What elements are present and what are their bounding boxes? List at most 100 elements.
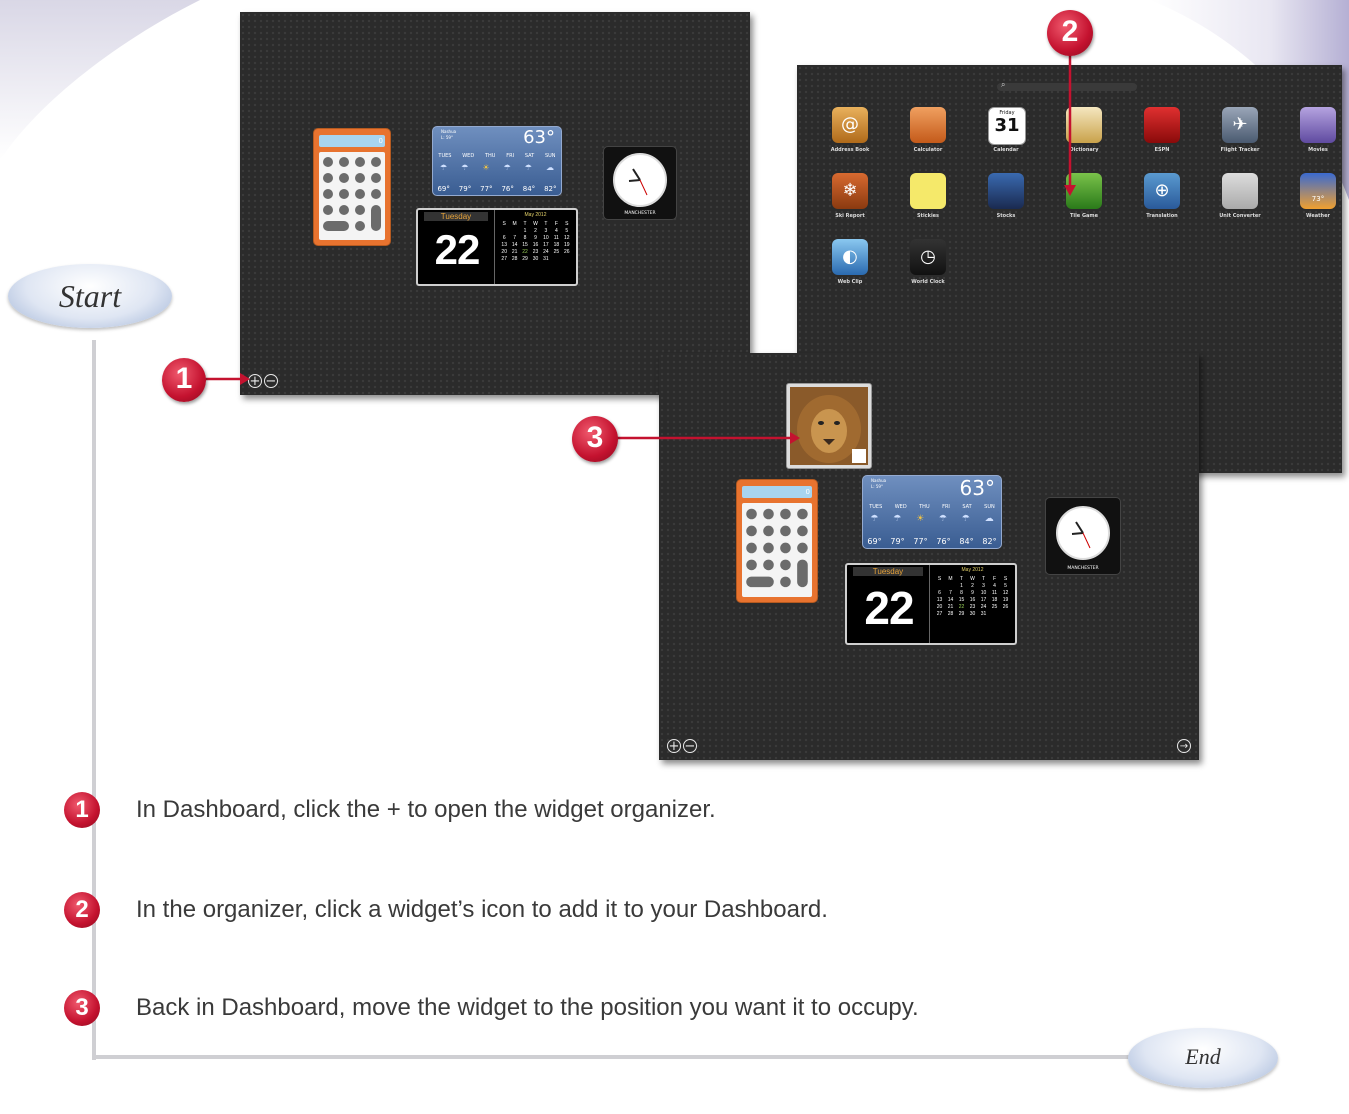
calendar-cell: 27 [936,611,943,617]
weather-icons: ☂ ☂ ☀ ☂ ☂ ☁ [433,163,561,172]
organizer-web-clip-icon[interactable]: ◐ [832,239,868,275]
calendar-cell: 4 [993,583,996,589]
start-text: Start [58,278,122,314]
calendar-cell: 27 [501,256,507,262]
organizer-flight-tracker-icon[interactable]: ✈ [1222,107,1258,143]
calendar-month-title: May 2012 [524,212,547,218]
organizer-calendar-icon[interactable]: Friday 31 [988,107,1026,145]
weather-day: TUES [869,504,883,510]
calendar-cell: 13 [501,242,507,248]
organizer-widget-label: Tile Game [1069,213,1099,219]
organizer-unit-converter-icon[interactable] [1222,173,1258,209]
cloud-icon: ☁ [545,163,554,172]
weather-temps: 69° 79° 77° 76° 84° 82° [863,537,1001,546]
calendar-widget[interactable]: Tuesday 22 May 2012 S M T W T F S 1 2 3 4 5 6 7 8 9 10 11… [845,563,1017,645]
calendar-cell: 16 [969,597,976,603]
remove-widget-button[interactable]: − [683,739,697,753]
calendar-grid: S M T W T F S 1 2 3 4 5 6 7 8 9 10 11 12 13 14 15 16 17 18 19 20 21… [934,576,1011,617]
add-widget-button[interactable]: + [667,739,681,753]
organizer-calculator-icon[interactable] [910,107,946,143]
calendar-cell: 25 [553,249,560,255]
calendar-cell: 3 [544,228,548,234]
calculator-widget[interactable]: 0 [736,479,818,603]
rain-icon: ☂ [461,163,469,172]
weather-widget[interactable]: Nashua L: 59° 63° TUES WED THU FRI SAT S… [862,475,1002,549]
callout-badge-2: 2 [1047,10,1093,56]
sun-icon: ☀ [482,163,490,172]
calendar-cell: 28 [947,611,954,617]
weather-day-temp: 82° [982,537,997,546]
organizer-address-book-icon[interactable]: @ [832,107,868,143]
weather-day-temp: 82° [544,185,557,193]
calendar-grid: S M T W T F S 1 2 3 4 5 6 7 8 9 10 11 12 13 14 15 16 17 18 19 20 21… [499,221,572,262]
organizer-widget-label: World Clock [911,279,945,285]
step-badge: 3 [64,990,100,1026]
end-label: End [1128,1028,1278,1088]
calendar-cell: 25 [991,604,998,610]
weather-day-temp: 77° [480,185,493,193]
organizer-espn-icon[interactable] [1144,107,1180,143]
calendar-cell: 20 [936,604,943,610]
weather-day: WED [894,504,907,510]
organizer-widget-label: Unit Converter [1219,213,1261,219]
rain-icon: ☂ [961,514,970,524]
calendar-cell: 17 [980,597,987,603]
calendar-month: May 2012 S M T W T F S 1 2 3 4 5 6 7 8 9 10 11 12 13 14 15 16 1… [494,210,576,284]
step-2-text: In the organizer, click a widget’s icon … [136,896,828,923]
organizer-translation-icon[interactable]: ⊕ [1144,173,1180,209]
calendar-cell: 19 [564,242,570,248]
rain-icon: ☂ [524,163,532,172]
calendar-cell: 26 [564,249,570,255]
flow-line-vertical [92,340,96,1060]
calendar-cell: T [981,576,986,582]
calendar-cell: S [565,221,569,227]
calendar-cell: 8 [960,590,963,596]
calculator-keypad [742,503,812,597]
weather-day: SAT [524,153,535,159]
organizer-world-clock-icon[interactable]: ◷ [910,239,946,275]
organizer-weather-icon[interactable]: 73° [1300,173,1336,209]
calendar-cell: 30 [532,256,539,262]
end-text: End [1185,1044,1221,1069]
next-arrow-button[interactable]: → [1177,739,1191,753]
calendar-cell: 24 [980,604,987,610]
calendar-cell: 2 [971,583,974,589]
remove-widget-button[interactable]: − [264,374,278,388]
weather-day: FRI [506,153,515,159]
calendar-cell: 12 [564,235,570,241]
dashboard-screen-1: 0 Nashua L: 59° 63° TUES WED THU FRI SAT… [240,12,750,395]
calendar-cell: 4 [554,228,558,234]
add-widget-button[interactable]: + [248,374,262,388]
calendar-day-number: 22 [864,582,914,634]
organizer-stocks-icon[interactable] [988,173,1024,209]
weather-widget[interactable]: Nashua L: 59° 63° TUES WED THU FRI SAT S… [432,126,562,196]
organizer-widget-label: Web Clip [837,279,863,285]
organizer-ski-report-icon[interactable]: ❄ [832,173,868,209]
organizer-widget-label: Stickies [916,213,940,219]
callout-badge-3: 3 [572,416,618,462]
calendar-widget[interactable]: Tuesday 22 May 2012 S M T W T F S 1 2 3 4 5 6 7 8 9 10 11… [416,208,578,286]
calculator-display: 0 [742,486,812,498]
calendar-cell: 22 [958,604,965,610]
organizer-widget-label: Weather [1306,213,1330,219]
calendar-cell: 31 [980,611,987,617]
organizer-stickies-icon[interactable] [910,173,946,209]
calendar-cell: 11 [991,590,998,596]
calendar-cell: 6 [502,235,506,241]
calculator-widget[interactable]: 0 [313,128,391,246]
callout-number: 3 [586,421,604,454]
calendar-cell: 10 [980,590,987,596]
organizer-movies-icon[interactable] [1300,107,1336,143]
step-3-text: Back in Dashboard, move the widget to th… [136,994,919,1021]
calendar-icon-number: 31 [994,115,1020,136]
weather-day: SAT [962,504,972,510]
clock-hands-icon [628,168,648,196]
calendar-cell: 13 [936,597,943,603]
weather-day: FRI [942,504,950,510]
calendar-cell: F [992,576,997,582]
organizer-widget-label: Stocks [996,213,1016,219]
calendar-cell: 30 [969,611,976,617]
web-clip-widget[interactable] [786,383,872,469]
world-clock-widget[interactable]: MANCHESTER [1045,497,1121,575]
world-clock-widget[interactable]: MANCHESTER [603,146,677,220]
